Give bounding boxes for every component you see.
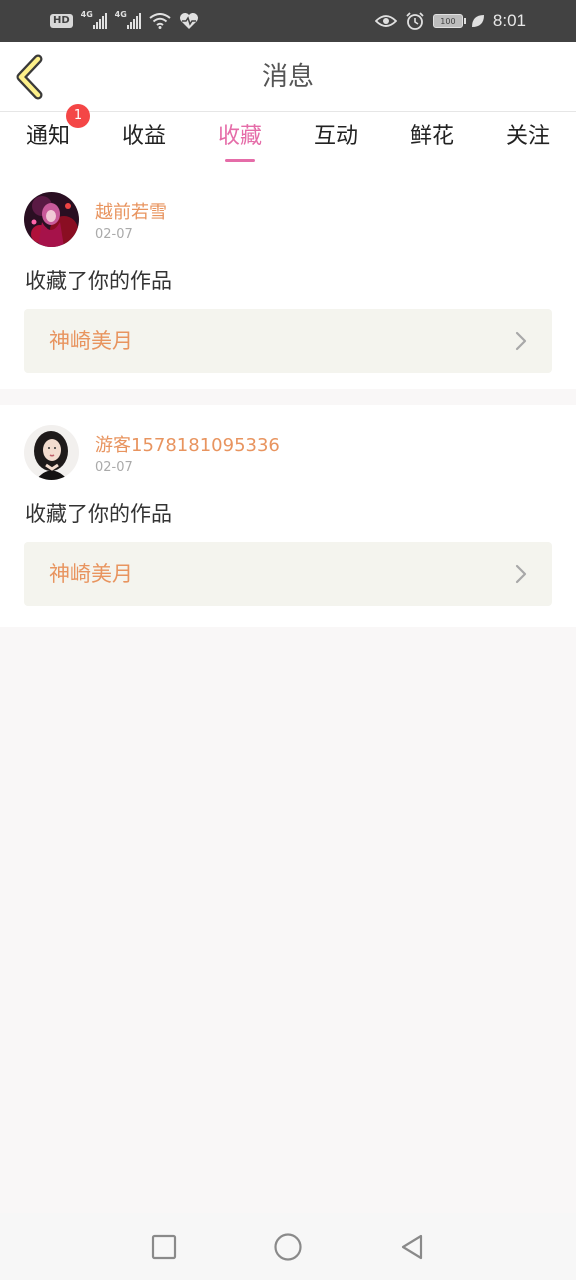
app-header: 消息 xyxy=(0,42,576,112)
tab-label: 鲜花 xyxy=(409,124,454,149)
home-circle-icon xyxy=(274,1232,302,1261)
work-link[interactable]: 神崎美月 xyxy=(24,309,552,373)
battery-icon: 100 xyxy=(432,14,466,28)
tab-flowers[interactable]: 鲜花 xyxy=(384,112,480,172)
hd-icon: HD xyxy=(50,14,73,28)
active-tab-indicator xyxy=(225,159,255,162)
status-left: HD 4G 4G xyxy=(50,10,199,30)
network-type-label: 4G xyxy=(114,10,127,19)
leaf-icon xyxy=(471,15,484,27)
wifi-icon xyxy=(149,13,171,29)
system-nav-bar xyxy=(0,1213,576,1280)
list-item: 游客1578181095336 02-07 收藏了你的作品 神崎美月 xyxy=(0,405,576,627)
network-type-label: 4G xyxy=(80,10,93,19)
action-text: 收藏了你的作品 xyxy=(25,269,172,293)
user-avatar-image xyxy=(24,425,79,480)
tab-favorites[interactable]: 收藏 xyxy=(192,112,288,172)
tab-label: 收益 xyxy=(121,124,166,149)
signal-icon: 4G xyxy=(80,10,107,29)
chevron-right-icon xyxy=(515,331,527,351)
avatar[interactable] xyxy=(24,192,79,247)
work-link[interactable]: 神崎美月 xyxy=(24,542,552,606)
message-tabs: 通知 1 收益 收藏 互动 鲜花 关注 xyxy=(0,104,576,172)
signal-icon: 4G xyxy=(114,10,141,29)
heart-pulse-icon xyxy=(179,13,198,29)
home-button[interactable] xyxy=(269,1228,307,1266)
unread-badge: 1 xyxy=(66,104,90,128)
status-right: 100 8:01 xyxy=(374,11,526,31)
action-text: 收藏了你的作品 xyxy=(25,502,172,526)
tab-notifications[interactable]: 通知 1 xyxy=(0,104,96,172)
tab-label: 关注 xyxy=(505,124,550,149)
back-nav-button[interactable] xyxy=(393,1228,431,1266)
work-title: 神崎美月 xyxy=(49,562,133,586)
back-triangle-icon xyxy=(401,1234,423,1259)
avatar[interactable] xyxy=(24,425,79,480)
tab-label: 收藏 xyxy=(217,124,262,149)
status-bar: HD 4G 4G 100 8:01 xyxy=(0,0,576,42)
page-title: 消息 xyxy=(261,62,314,92)
tab-label: 互动 xyxy=(313,124,358,149)
recents-button[interactable] xyxy=(145,1228,183,1266)
tab-following[interactable]: 关注 xyxy=(480,112,576,172)
timestamp: 02-07 xyxy=(95,460,133,475)
timestamp: 02-07 xyxy=(95,227,133,242)
tab-interactions[interactable]: 互动 xyxy=(288,112,384,172)
username[interactable]: 游客1578181095336 xyxy=(95,431,280,457)
list-item: 越前若雪 02-07 收藏了你的作品 神崎美月 xyxy=(0,172,576,389)
favorites-feed: 越前若雪 02-07 收藏了你的作品 神崎美月 游客1578181095336 … xyxy=(0,172,576,627)
eye-icon xyxy=(374,15,397,27)
tab-label: 通知 xyxy=(25,124,70,149)
user-avatar-image xyxy=(24,192,79,247)
tab-earnings[interactable]: 收益 xyxy=(96,112,192,172)
alarm-icon xyxy=(406,12,424,30)
status-time: 8:01 xyxy=(492,11,526,30)
work-title: 神崎美月 xyxy=(49,329,133,353)
username[interactable]: 越前若雪 xyxy=(95,198,167,224)
chevron-right-icon xyxy=(515,564,527,584)
recents-square-icon xyxy=(151,1234,177,1259)
